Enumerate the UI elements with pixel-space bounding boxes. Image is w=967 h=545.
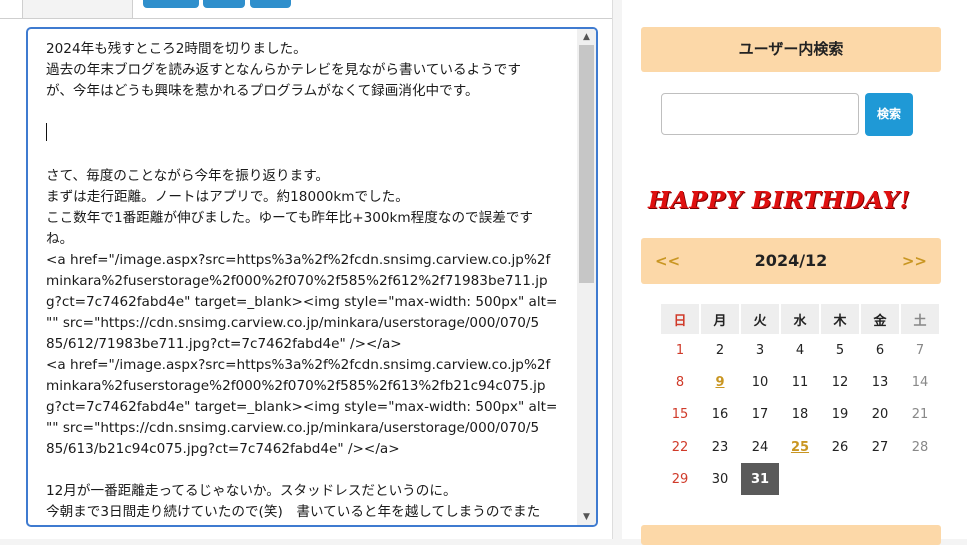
calendar-day: 21 [911, 407, 929, 423]
calendar-day: 22 [671, 439, 689, 455]
editor-line: 2024年も残すところ2時間を切りました。 [46, 41, 307, 57]
editor-line: minkara%2fuserstorage%2f000%2f070%2f585%… [46, 273, 548, 289]
calendar-day: 3 [755, 342, 765, 358]
editor-line: 今朝まで3日間走り続けていたので(笑) 書いていると年を越してしまうのでまた [46, 504, 541, 520]
blog-body-textarea[interactable]: 2024年も残すところ2時間を切りました。過去の年末ブログを読み返すとなんらかテ… [26, 27, 598, 527]
tab-active[interactable] [22, 0, 133, 18]
editor-line: "" src="https://cdn.snsimg.carview.co.jp… [46, 315, 540, 331]
editor-line: ここ数年で1番距離が伸びました。ゆーても昨年比+300km程度なので誤差です [46, 210, 534, 226]
editor-line: 85/613/b21c94c075.jpg?ct=7c7462fabd4e" /… [46, 441, 400, 457]
user-search-input[interactable] [661, 93, 859, 135]
calendar-week-row: 22 23 24 25 26 27 28 [661, 431, 939, 463]
editor-line: <a href="/image.aspx?src=https%3a%2f%2fc… [46, 252, 551, 268]
calendar-weekday: 日 [661, 304, 699, 334]
calendar-empty-cell [901, 463, 939, 495]
calendar-day: 6 [875, 342, 885, 358]
editor-content: 2024年も残すところ2時間を切りました。過去の年末ブログを読み返すとなんらかテ… [46, 39, 566, 523]
calendar-day: 15 [671, 407, 689, 423]
editor-line [46, 123, 566, 145]
editor-line: まずは走行距離。ノートはアプリで。約18000kmでした。 [46, 189, 409, 205]
calendar-day: 12 [831, 374, 849, 390]
calendar-day: 7 [915, 342, 925, 358]
editor-scrollbar[interactable]: ▲ ▼ [577, 29, 596, 525]
calendar-day: 11 [791, 374, 809, 390]
editor-line: <a href="/image.aspx?src=https%3a%2f%2fc… [46, 357, 551, 373]
editor-tab-strip [0, 0, 612, 19]
scrollbar-thumb[interactable] [579, 45, 594, 283]
editor-line: g?ct=7c7462fabd4e" target=_blank><img st… [46, 294, 558, 310]
search-button[interactable]: 検索 [865, 93, 913, 136]
scroll-down-icon[interactable]: ▼ [577, 510, 596, 524]
editor-line: ね。 [46, 231, 74, 247]
calendar-empty-cell [861, 463, 899, 495]
calendar-day: 8 [675, 374, 685, 390]
calendar-week-row: 1 2 3 4 5 6 7 [661, 334, 939, 366]
editor-line: minkara%2fuserstorage%2f000%2f070%2f585%… [46, 378, 546, 394]
calendar-day: 19 [831, 407, 849, 423]
user-search-heading: ユーザー内検索 [641, 27, 941, 72]
calendar-day: 18 [791, 407, 809, 423]
calendar-day: 17 [751, 407, 769, 423]
editor-line: g?ct=7c7462fabd4e" target=_blank><img st… [46, 399, 558, 415]
calendar-grid: 日月火水木金土 1 2 3 4 5 6 7 8 9 10 11 12 13 14 15 16 17 18 19 20 2… [659, 304, 941, 496]
calendar-week-row: 29 30 31 [661, 463, 939, 496]
calendar-week-row: 15 16 17 18 19 20 21 [661, 399, 939, 431]
calendar-day-link[interactable]: 25 [781, 431, 819, 463]
editor-line: が、今年はどうも興味を惹かれるプログラムがなくて録画消化中です。 [46, 83, 479, 99]
calendar-day: 23 [711, 439, 729, 455]
calendar-weekday-row: 日月火水木金土 [661, 304, 939, 334]
calendar-day: 16 [711, 407, 729, 423]
calendar-weekday: 水 [781, 304, 819, 334]
calendar-day: 14 [911, 374, 929, 390]
editor-line: 85/612/71983be711.jpg?ct=7c7462fabd4e" /… [46, 336, 402, 352]
calendar-header: 2024/12 << >> [641, 238, 941, 284]
calendar-month-title: 2024/12 [754, 251, 828, 270]
calendar-day: 2 [715, 342, 725, 358]
calendar-day: 27 [871, 439, 889, 455]
calendar-day-link[interactable]: 9 [701, 366, 739, 398]
calendar-today: 31 [741, 463, 779, 496]
calendar-empty-cell [781, 463, 819, 495]
calendar-weekday: 土 [901, 304, 939, 334]
calendar-weekday: 木 [821, 304, 859, 334]
calendar-day: 29 [671, 471, 689, 487]
editor-line: 過去の年末ブログを読み返すとなんらかテレビを見ながら書いているようです [46, 62, 521, 78]
post-editor-panel: 2024年も残すところ2時間を切りました。過去の年末ブログを読み返すとなんらかテ… [0, 0, 613, 539]
editor-line: 12月が一番距離走ってるじゃないか。スタッドレスだというのに。 [46, 483, 457, 499]
calendar-days: 1 2 3 4 5 6 7 8 9 10 11 12 13 14 15 16 17 18 19 20 21 22 23 24 2… [661, 334, 939, 496]
calendar-day: 20 [871, 407, 889, 423]
text-caret [46, 123, 47, 141]
calendar-day: 26 [831, 439, 849, 455]
calendar-weekday: 月 [701, 304, 739, 334]
scroll-up-icon[interactable]: ▲ [577, 30, 596, 44]
calendar-weekday: 金 [861, 304, 899, 334]
calendar-day: 24 [751, 439, 769, 455]
toolbar-button-3[interactable] [250, 0, 291, 8]
calendar-day: 10 [751, 374, 769, 390]
calendar-empty-cell [821, 463, 859, 495]
calendar-next-month-link[interactable]: >> [902, 238, 927, 284]
toolbar-button-2[interactable] [203, 0, 245, 8]
editor-line: "" src="https://cdn.snsimg.carview.co.jp… [46, 420, 540, 436]
calendar-day: 5 [835, 342, 845, 358]
calendar-day: 4 [795, 342, 805, 358]
sidebar: ユーザー内検索 検索 HAPPY BIRTHDAY! 2024/12 << >>… [622, 0, 967, 545]
calendar-week-row: 8 9 10 11 12 13 14 [661, 366, 939, 398]
calendar-day: 28 [911, 439, 929, 455]
calendar-weekday: 火 [741, 304, 779, 334]
toolbar-button-1[interactable] [143, 0, 199, 8]
next-section-heading [641, 525, 941, 545]
calendar-prev-month-link[interactable]: << [655, 238, 680, 284]
calendar-day: 13 [871, 374, 889, 390]
calendar-day: 1 [675, 342, 685, 358]
happy-birthday-banner: HAPPY BIRTHDAY! [648, 186, 911, 214]
calendar-day: 30 [711, 471, 729, 487]
editor-line: さて、毎度のことながら今年を振り返ります。 [46, 168, 330, 184]
